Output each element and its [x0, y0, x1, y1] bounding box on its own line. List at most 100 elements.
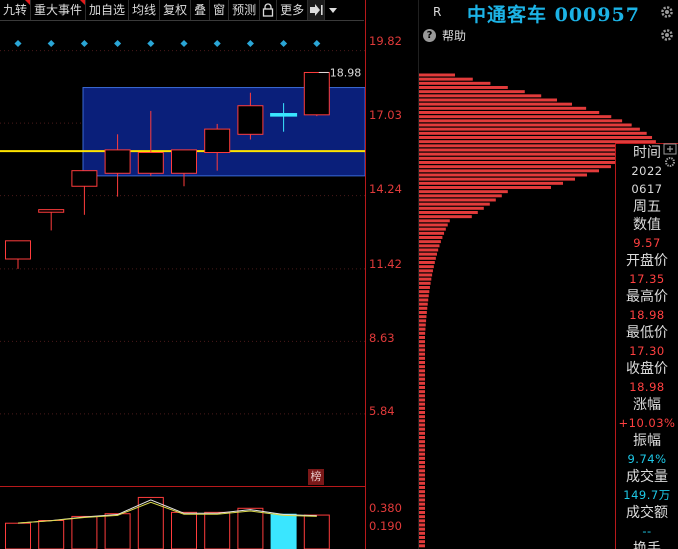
volume-profile-bar: [419, 236, 443, 239]
toolbar-jiuzhuan[interactable]: 九转: [0, 0, 32, 20]
info-label: 振幅: [633, 433, 661, 449]
volume-profile-bar: [419, 173, 587, 177]
candle-body: [303, 71, 330, 116]
volume-profile-bar: [419, 119, 623, 123]
volume-profile-bar: [419, 231, 445, 235]
volume-bar: [237, 507, 264, 549]
candle-body: [204, 128, 231, 153]
lock-button[interactable]: [260, 0, 278, 20]
candlestick-chart[interactable]: 18.98: [0, 20, 365, 485]
volume-tick-label: 0.190: [369, 519, 402, 533]
signal-diamond-icon: [213, 39, 221, 48]
volume-profile-bar: [419, 81, 491, 85]
info-label: 周五: [633, 199, 661, 215]
volume-profile-bar: [419, 390, 425, 394]
toolbar-major-events[interactable]: 重大事件: [31, 0, 87, 20]
axis-tick-label: 14.24: [369, 182, 402, 196]
volume-profile-bar: [419, 123, 632, 127]
volume-profile-bar: [419, 219, 450, 223]
volume-profile-bar: [419, 352, 425, 356]
volume-profile-bar: [419, 269, 433, 273]
chevron-down-icon: [329, 8, 338, 13]
volume-profile-bar: [419, 86, 508, 89]
gear-icon[interactable]: [660, 28, 674, 42]
toolbar-moving-average[interactable]: 均线: [129, 0, 161, 20]
volume-profile-bar: [419, 419, 425, 423]
info-label: 数值: [633, 217, 661, 233]
volume-profile-bar: [419, 77, 473, 81]
volume-profile-bar: [419, 356, 425, 360]
candle-body: [71, 170, 98, 187]
info-box-controls[interactable]: [663, 143, 677, 171]
signal-diamond-icon: [280, 39, 288, 48]
signal-diamond-icon: [114, 39, 122, 48]
signal-diamond-icon: [80, 39, 88, 48]
ranking-badge[interactable]: 榜: [308, 469, 324, 485]
candle-body: [237, 105, 264, 135]
help-link[interactable]: ? 帮助: [423, 27, 466, 44]
info-label: 最低价: [626, 325, 668, 341]
toolbar-predict[interactable]: 预测: [229, 0, 261, 20]
volume-profile-bar: [419, 294, 429, 298]
volume-profile-bar: [419, 131, 647, 135]
volume-bar: [5, 522, 31, 549]
volume-profile-bar: [419, 152, 647, 156]
volume-profile-bar: [419, 277, 432, 281]
collapse-button[interactable]: [308, 0, 326, 20]
volume-profile-bar: [419, 336, 425, 339]
volume-profile-bar: [419, 502, 425, 506]
volume-profile-bar: [419, 186, 551, 189]
gear-icon[interactable]: [660, 5, 674, 19]
volume-profile-bar: [419, 494, 425, 498]
axis-tick-label: 19.82: [369, 34, 402, 48]
volume-profile-bar: [419, 452, 425, 456]
volume-profile-bar: [419, 302, 428, 306]
toolbar-add-watchlist[interactable]: 加自选: [86, 0, 130, 20]
volume-profile-bar: [419, 211, 478, 214]
signal-diamond-icon: [313, 39, 321, 48]
toolbar-window[interactable]: 窗: [210, 0, 230, 20]
volume-profile-bar: [419, 415, 425, 419]
volume-bar: [38, 520, 65, 549]
right-panel: R 中通客车 000957 ? 帮助 时间 2022 0617 周五 数值 9.57 开盘价…: [418, 0, 678, 549]
volume-profile-bar: [419, 240, 441, 244]
volume-profile-bar: [419, 440, 425, 444]
axis-tick-label: 17.03: [369, 108, 402, 122]
volume-profile-bar: [419, 473, 425, 477]
volume-profile-bar: [419, 327, 426, 331]
toolbar-more[interactable]: 更多: [277, 0, 309, 20]
volume-profile-bar: [419, 361, 425, 364]
volume-profile-bar: [419, 398, 425, 402]
volume-profile-bar: [419, 136, 653, 139]
stock-header: R 中通客车 000957: [419, 0, 678, 26]
volume-profile-bar: [419, 290, 430, 294]
volume-profile-bar: [419, 306, 428, 310]
info-value: 9.74%: [627, 452, 667, 466]
volume-profile-bar: [419, 252, 437, 256]
volume-profile-bar: [419, 536, 425, 539]
info-label: 换手: [633, 541, 661, 549]
volume-profile-bar: [419, 181, 563, 185]
volume-profile-bar: [419, 377, 425, 381]
info-value: 18.98: [629, 380, 665, 394]
volume-profile-bar: [419, 386, 425, 389]
volume-profile-bar: [419, 511, 425, 514]
info-label: 成交量: [626, 469, 668, 485]
volume-chart[interactable]: [0, 486, 365, 549]
volume-profile-bar: [419, 115, 612, 119]
info-label: 最高价: [626, 289, 668, 305]
volume-profile-bar: [419, 486, 425, 489]
volume-profile-bar: [419, 406, 425, 410]
toolbar-adjust[interactable]: 复权: [160, 0, 192, 20]
dropdown-button[interactable]: [325, 0, 341, 20]
volume-profile-bar: [419, 423, 425, 427]
toolbar-overlay[interactable]: 叠: [191, 0, 211, 20]
volume-profile-bar: [419, 465, 425, 469]
volume-profile-bar: [419, 261, 435, 264]
stock-title: 中通客车 000957: [467, 4, 640, 26]
volume-profile-bar: [419, 506, 425, 510]
volume-profile-bar: [419, 190, 508, 194]
axis-tick-label: 8.63: [369, 331, 395, 345]
lock-icon: [262, 3, 274, 17]
volume-profile-bar: [419, 373, 425, 377]
